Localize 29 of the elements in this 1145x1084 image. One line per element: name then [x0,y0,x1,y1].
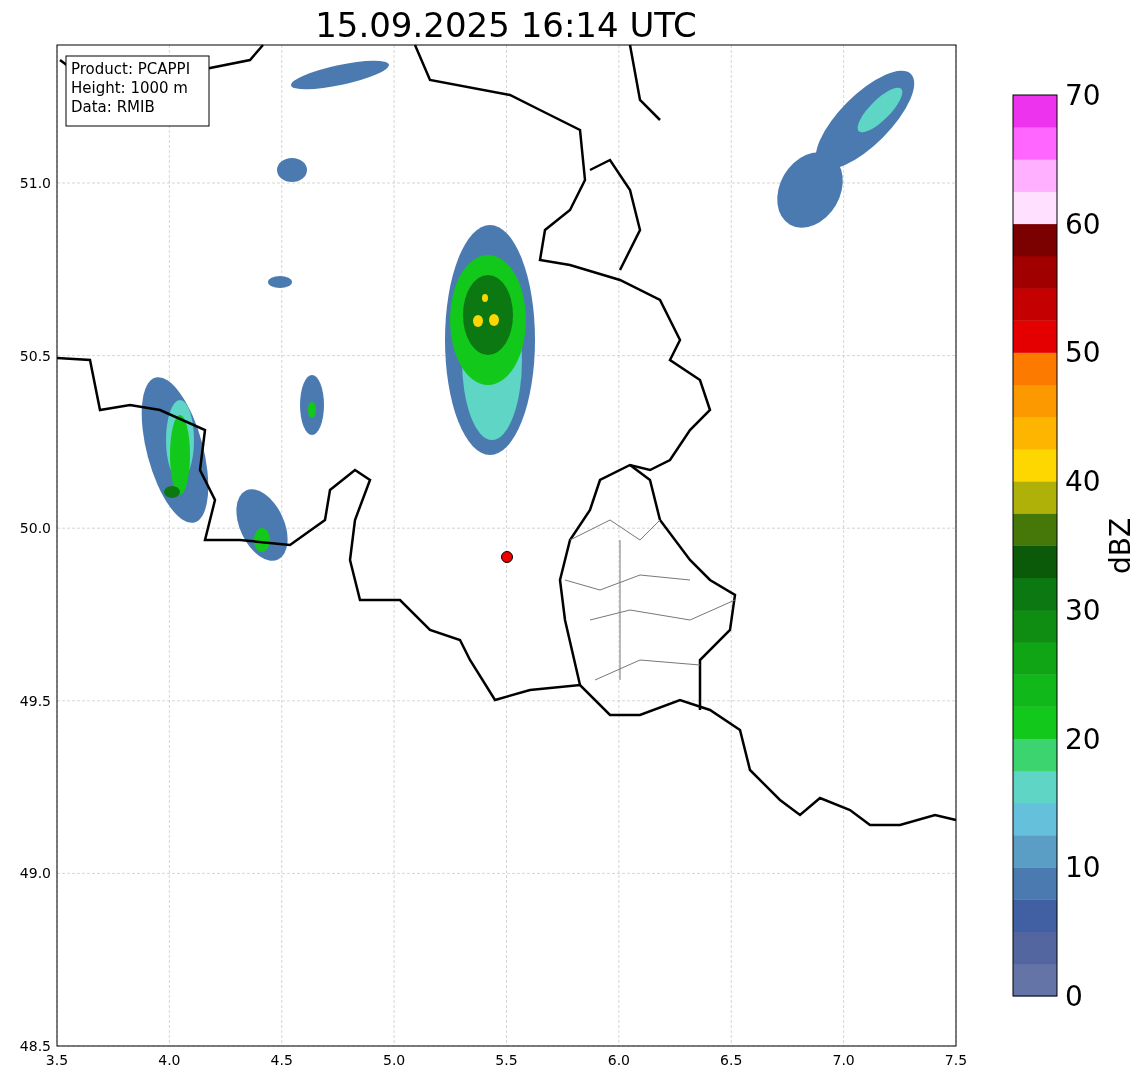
info-line: Data: RMIB [71,98,155,116]
tick-label: 48.5 [19,1038,51,1054]
colorbar-tick-label: 20 [1065,722,1101,756]
colorbar-tick-label: 70 [1065,79,1101,112]
colorbar-tick-label: 60 [1065,207,1101,241]
info-line: Height: 1000 m [71,79,188,97]
info-line: Product: PCAPPI [71,60,191,78]
tick-label: 4.0 [158,1052,181,1068]
colorbar-tick-label: 0 [1065,980,1083,1013]
tick-label: 49.5 [19,692,51,709]
tick-label: 50.0 [19,520,51,537]
tick-label: 3.5 [45,1052,69,1068]
tick-label: 6.0 [607,1052,630,1068]
chart-title: 15.09.2025 16:14 UTC [315,5,697,45]
colorbar-tick-label: 30 [1065,593,1101,627]
colorbar-tick-label: 10 [1065,851,1101,885]
tick-label: 50.5 [19,347,51,364]
tick-label: 5.5 [495,1052,518,1068]
tick-label: 5.0 [383,1052,406,1068]
radar-site-marker [501,551,513,563]
tick-label: 7.0 [832,1052,855,1068]
colorbar-label: dBZ [1104,517,1137,575]
colorbar-tick-label: 40 [1065,465,1101,499]
tick-label: 4.5 [270,1052,293,1068]
colorbar-tick-label: 50 [1065,336,1101,370]
tick-label: 49.0 [19,865,51,882]
tick-label: 7.5 [944,1052,968,1068]
tick-label: 51.0 [19,175,51,191]
tick-label: 6.5 [720,1052,743,1068]
